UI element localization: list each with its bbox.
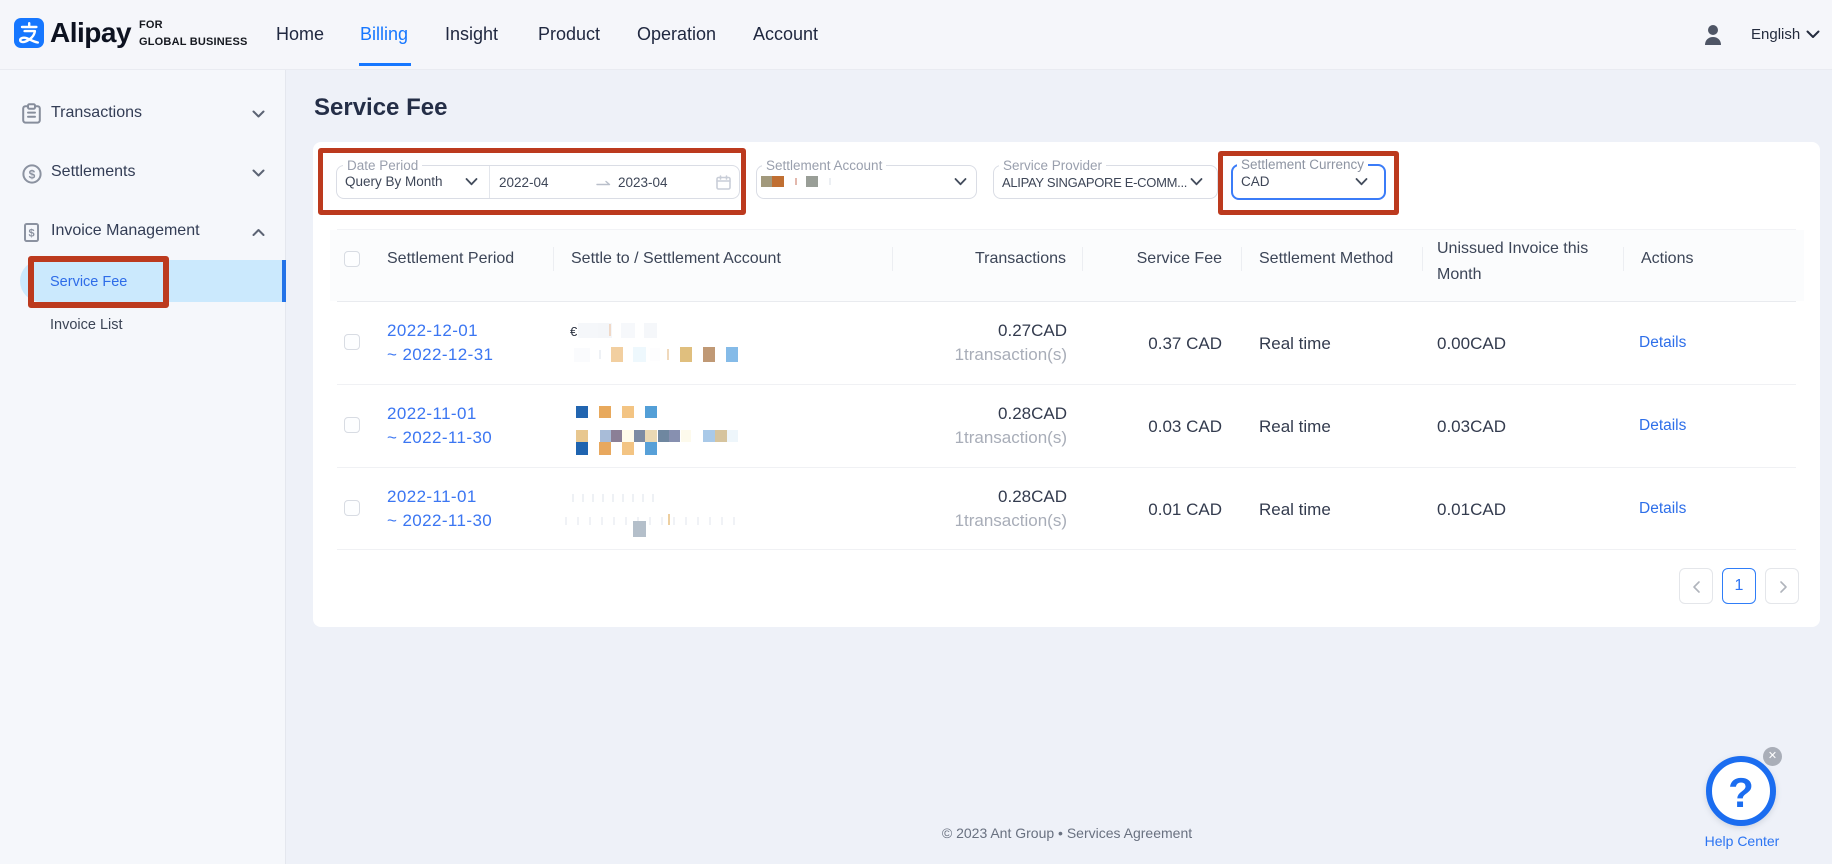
svg-text:$: $ — [28, 228, 34, 240]
svg-text:$: $ — [29, 167, 36, 181]
